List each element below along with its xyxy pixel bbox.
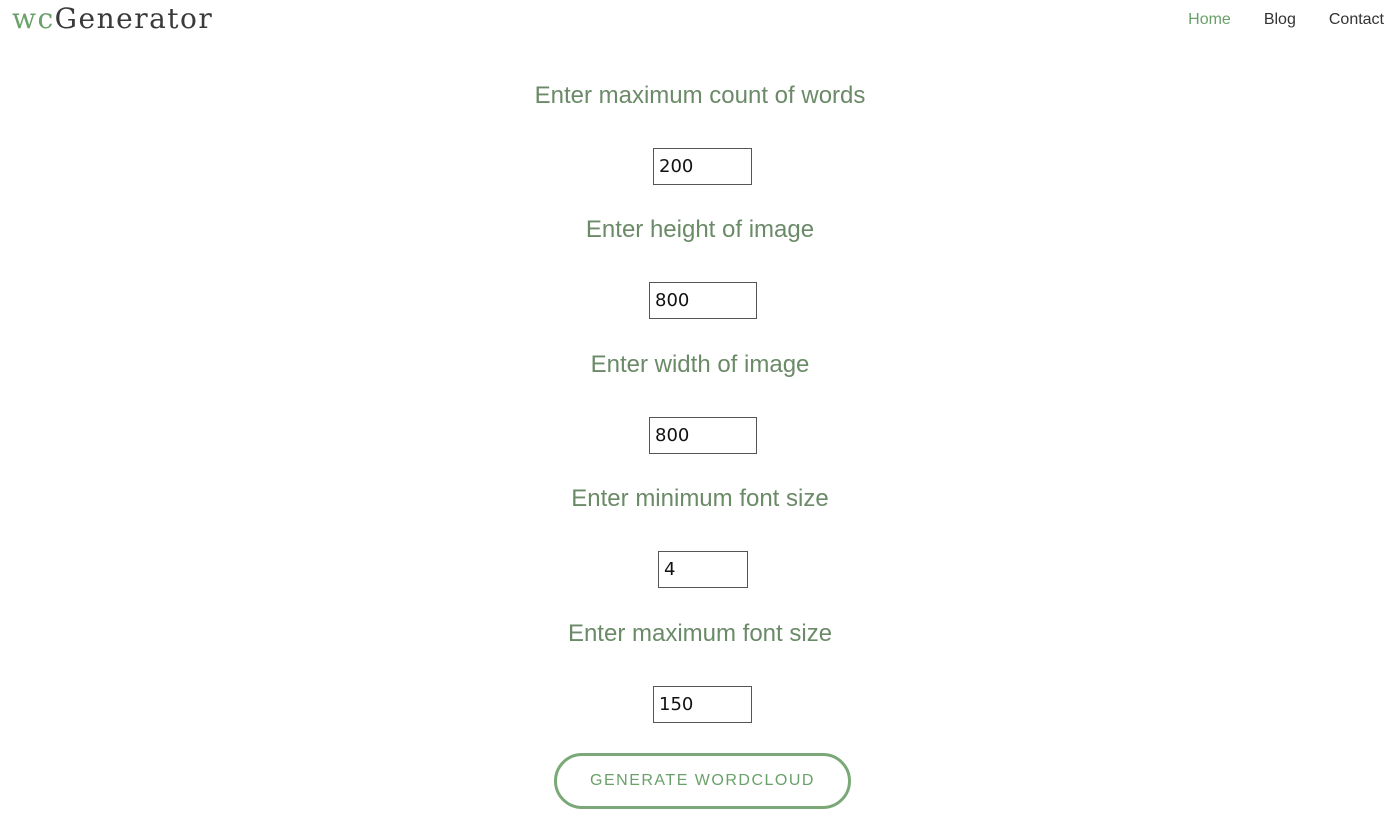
width-input[interactable] bbox=[649, 417, 757, 454]
min-font-label: Enter minimum font size bbox=[571, 485, 829, 512]
brand-logo[interactable]: wcGenerator bbox=[12, 2, 213, 36]
navbar: wcGenerator Home Blog Contact bbox=[0, 0, 1400, 44]
max-words-input[interactable] bbox=[653, 148, 752, 185]
nav-link-contact[interactable]: Contact bbox=[1329, 10, 1384, 30]
nav-link-blog[interactable]: Blog bbox=[1264, 10, 1296, 30]
nav-links: Home Blog Contact bbox=[1155, 10, 1384, 30]
brand-accent-text: wc bbox=[12, 2, 55, 35]
width-label: Enter width of image bbox=[590, 351, 810, 378]
brand-rest-text: Generator bbox=[54, 2, 214, 35]
min-font-input[interactable] bbox=[658, 551, 748, 588]
height-label: Enter height of image bbox=[585, 216, 815, 243]
nav-link-home[interactable]: Home bbox=[1188, 10, 1231, 30]
max-font-input[interactable] bbox=[653, 686, 752, 723]
generate-wordcloud-button[interactable]: GENERATE WORDCLOUD bbox=[554, 753, 851, 809]
max-font-label: Enter maximum font size bbox=[567, 620, 833, 647]
max-words-label: Enter maximum count of words bbox=[534, 82, 866, 109]
height-input[interactable] bbox=[649, 282, 757, 319]
